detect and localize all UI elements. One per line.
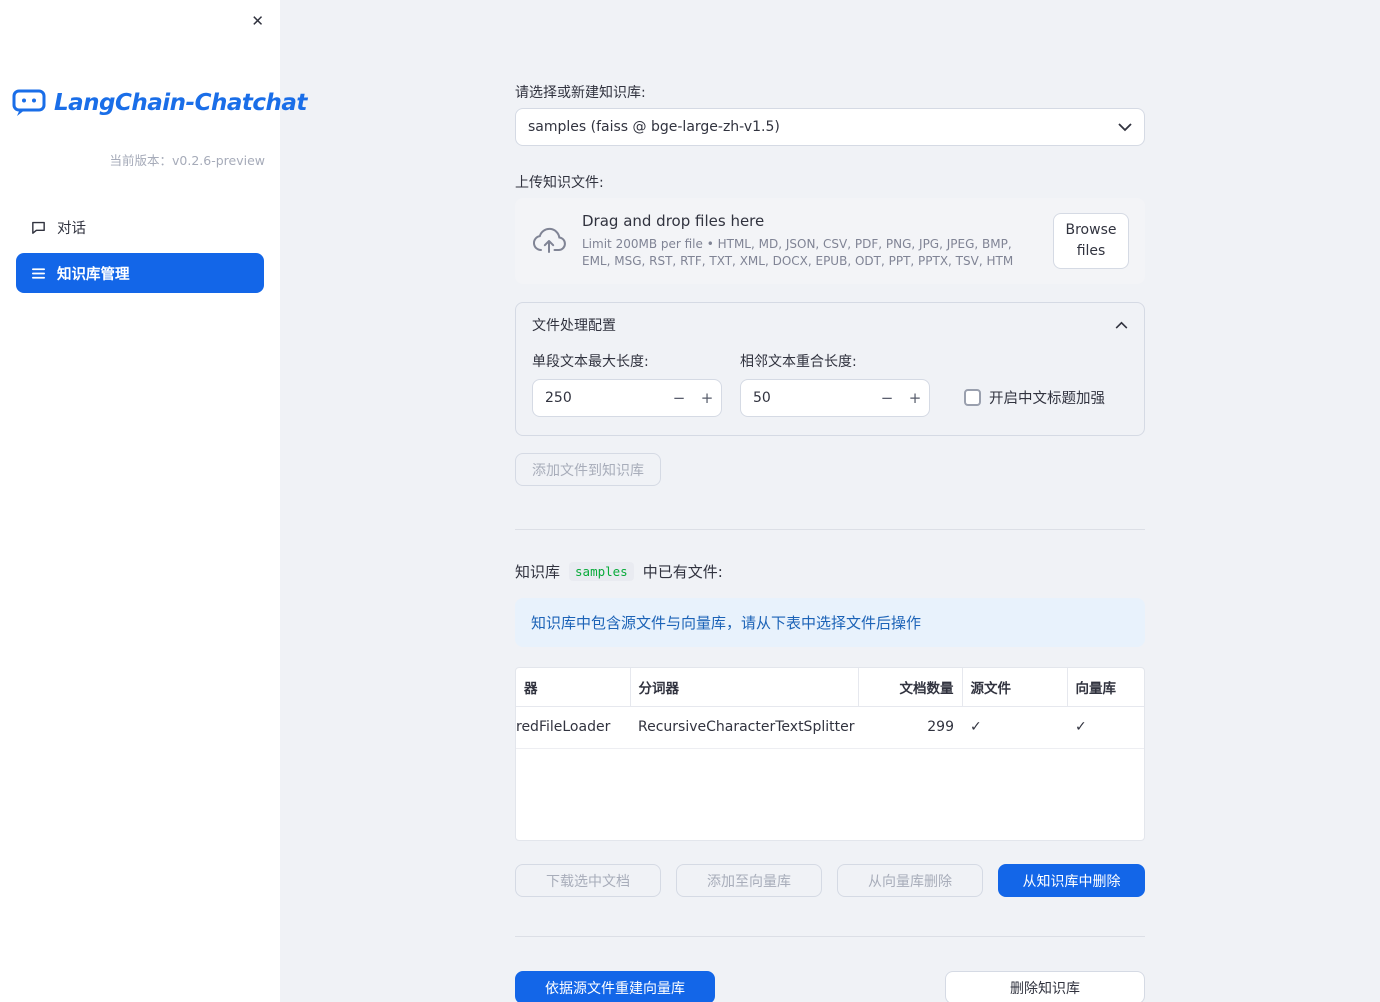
chunk-size-group: 单段文本最大长度: 250 − + (532, 351, 722, 417)
uploader-title: Drag and drop files here (582, 211, 765, 230)
cell-splitter[interactable]: RecursiveCharacterTextSplitter (630, 706, 858, 749)
kb-bottom-actions: 依据源文件重建向量库 删除知识库 (515, 971, 1145, 1002)
column-header-source-file[interactable]: 源文件 (961, 668, 1067, 707)
column-header-doc-count[interactable]: 文档数量 (857, 668, 962, 707)
sidebar-item-dialogue[interactable]: 对话 (16, 207, 264, 247)
download-selected-button[interactable]: 下载选中文档 (515, 864, 661, 897)
minus-stepper-button[interactable]: − (873, 380, 901, 416)
add-files-to-kb-button[interactable]: 添加文件到知识库 (515, 453, 661, 486)
cell-source-file-check[interactable]: ✓ (962, 706, 1067, 749)
overlap-size-value: 50 (753, 390, 771, 406)
logo-icon (12, 89, 46, 116)
file-config-expander: 文件处理配置 单段文本最大长度: 250 − + 相邻文本重合长度: 50 − … (515, 302, 1145, 436)
delete-from-kb-button[interactable]: 从知识库中删除 (998, 864, 1145, 897)
files-table: 器 分词器 文档数量 源文件 向量库 redFileLoader Recursi… (516, 668, 1144, 749)
divider (515, 529, 1145, 530)
chunk-size-value: 250 (545, 390, 572, 406)
existing-files-prefix: 知识库 (515, 563, 561, 581)
cell-doc-count[interactable]: 299 (858, 706, 962, 749)
kb-select-label: 请选择或新建知识库: (515, 85, 646, 101)
expander-title: 文件处理配置 (532, 318, 616, 334)
main-content: 请选择或新建知识库: samples (faiss @ bge-large-zh… (280, 0, 1380, 1002)
sidebar: ✕ LangChain-Chatchat 当前版本：v0.2.6-preview… (0, 0, 307, 1002)
overlap-size-label: 相邻文本重合长度: (740, 354, 857, 370)
knowledge-base-icon (31, 267, 46, 279)
info-banner: 知识库中包含源文件与向量库，请从下表中选择文件后操作 (515, 598, 1145, 647)
logo: LangChain-Chatchat (0, 0, 307, 118)
close-icon[interactable]: ✕ (247, 8, 268, 34)
sidebar-menu: 对话 知识库管理 (0, 207, 280, 293)
overlap-size-input[interactable]: 50 − + (740, 379, 930, 417)
cell-vector-store-check[interactable]: ✓ (1067, 706, 1144, 749)
rebuild-vector-store-button[interactable]: 依据源文件重建向量库 (515, 971, 715, 1002)
kb-select[interactable]: samples (faiss @ bge-large-zh-v1.5) (515, 108, 1145, 146)
kb-select-value: samples (faiss @ bge-large-zh-v1.5) (528, 119, 780, 135)
zh-title-checkbox-group[interactable]: 开启中文标题加强 (964, 387, 1105, 408)
minus-stepper-button[interactable]: − (665, 380, 693, 416)
delete-kb-button[interactable]: 删除知识库 (945, 971, 1145, 1002)
chevron-up-icon (1115, 321, 1128, 329)
chunk-size-input[interactable]: 250 − + (532, 379, 722, 417)
chevron-down-icon (1118, 122, 1132, 131)
column-header-vector-store[interactable]: 向量库 (1066, 668, 1144, 707)
add-to-vector-store-button[interactable]: 添加至向量库 (676, 864, 822, 897)
expander-header[interactable]: 文件处理配置 (532, 315, 1128, 335)
logo-text: LangChain-Chatchat (54, 90, 307, 116)
uploader-texts: Drag and drop files here Limit 200MB per… (582, 212, 1038, 271)
column-header-loader[interactable]: 器 (516, 668, 630, 707)
divider (515, 936, 1145, 937)
delete-from-vector-store-button[interactable]: 从向量库删除 (837, 864, 983, 897)
files-dataframe: 器 分词器 文档数量 源文件 向量库 redFileLoader Recursi… (515, 667, 1145, 841)
sidebar-item-kb-management[interactable]: 知识库管理 (16, 253, 264, 293)
cell-loader[interactable]: redFileLoader (516, 706, 630, 749)
column-header-splitter[interactable]: 分词器 (629, 668, 858, 707)
kb-name-code: samples (569, 562, 634, 581)
chat-icon (32, 221, 45, 234)
version-text: 当前版本：v0.2.6-preview (109, 153, 266, 168)
zh-title-checkbox-label: 开启中文标题加强 (989, 391, 1105, 407)
cloud-upload-icon (533, 227, 566, 253)
existing-files-line: 知识库 samples 中已有文件: (515, 561, 1145, 582)
overlap-size-group: 相邻文本重合长度: 50 − + (740, 351, 930, 417)
existing-files-suffix: 中已有文件: (642, 563, 723, 581)
plus-stepper-button[interactable]: + (901, 380, 929, 416)
expander-body: 单段文本最大长度: 250 − + 相邻文本重合长度: 50 − + 开启中文标… (532, 351, 1128, 417)
menu-item-label: 对话 (57, 220, 86, 237)
upload-label: 上传知识文件: (515, 175, 604, 191)
chunk-size-label: 单段文本最大长度: (532, 354, 649, 370)
browse-files-button[interactable]: Browse files (1053, 213, 1129, 269)
table-header-row: 器 分词器 文档数量 源文件 向量库 (516, 668, 1144, 707)
file-actions-row: 下载选中文档 添加至向量库 从向量库删除 从知识库中删除 (515, 864, 1145, 897)
uploader-limit-text: Limit 200MB per file • HTML, MD, JSON, C… (582, 236, 1014, 268)
table-row[interactable]: redFileLoader RecursiveCharacterTextSpli… (516, 706, 1144, 749)
file-uploader-dropzone[interactable]: Drag and drop files here Limit 200MB per… (515, 198, 1145, 284)
plus-stepper-button[interactable]: + (693, 380, 721, 416)
menu-item-label: 知识库管理 (57, 266, 130, 283)
checkbox-unchecked[interactable] (964, 389, 981, 406)
